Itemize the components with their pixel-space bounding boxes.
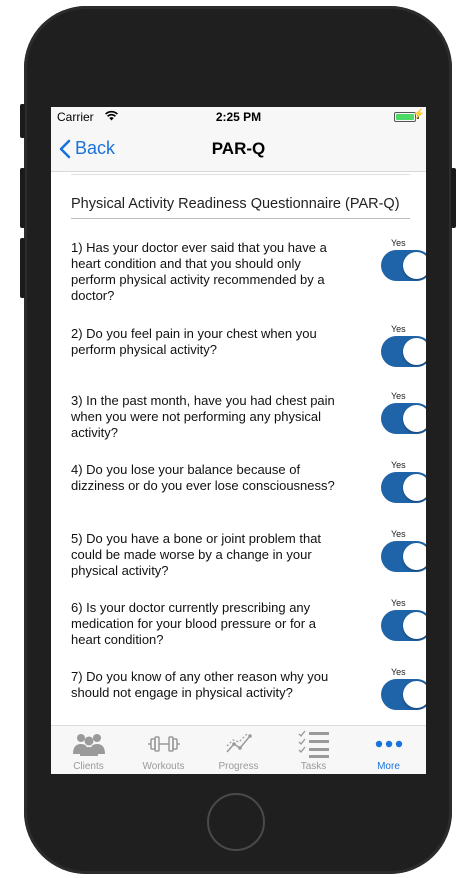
question-text: 7) Do you know of any other reason why y… (71, 669, 329, 700)
toggle-yes-label: Yes (391, 529, 406, 539)
questionnaire-scroll-view[interactable]: Physical Activity Readiness Questionnair… (51, 172, 426, 725)
question-3-toggle[interactable] (381, 403, 426, 434)
tab-tasks[interactable]: Tasks (276, 726, 351, 774)
dumbbell-icon (126, 731, 201, 757)
tab-workouts[interactable]: Workouts (126, 726, 201, 774)
question-text: 3) In the past month, have you had chest… (71, 393, 335, 440)
toggle-yes-label: Yes (391, 391, 406, 401)
charging-bolt-icon: ⚡ (412, 109, 425, 120)
volume-down-button (20, 238, 25, 298)
tab-label: More (377, 761, 400, 772)
toggle-yes-label: Yes (391, 598, 406, 608)
tab-label: Workouts (142, 761, 185, 772)
toggle-yes-label: Yes (391, 667, 406, 677)
divider (71, 174, 410, 175)
tab-label: Tasks (300, 761, 327, 772)
app-screen: Carrier 2:25 PM ⚡ Back PAR-Q Physical Ac… (51, 107, 426, 774)
question-7-toggle[interactable] (381, 679, 426, 710)
question-5-toggle[interactable] (381, 541, 426, 572)
status-bar: Carrier 2:25 PM ⚡ (51, 107, 426, 127)
question-text: 4) Do you lose your balance because of d… (71, 462, 335, 493)
question-6-toggle[interactable] (381, 610, 426, 641)
home-button[interactable] (207, 793, 265, 851)
tasks-checklist-icon (276, 730, 351, 758)
navigation-bar: Back PAR-Q (51, 127, 426, 172)
power-button (451, 168, 456, 228)
tab-bar: Clients Workouts Progress Tasks More (51, 725, 426, 774)
progress-chart-icon (201, 731, 276, 757)
volume-up-button (20, 168, 25, 228)
tab-more[interactable]: More (351, 726, 426, 774)
question-4-toggle[interactable] (381, 472, 426, 503)
question-text: 6) Is your doctor currently prescribing … (71, 600, 316, 647)
tab-label: Progress (218, 761, 259, 772)
status-time: 2:25 PM (215, 110, 262, 124)
question-2-toggle[interactable] (381, 336, 426, 367)
clients-icon (51, 731, 126, 757)
question-text: 5) Do you have a bone or joint problem t… (71, 531, 322, 578)
question-text: 2) Do you feel pain in your chest when y… (71, 326, 317, 357)
tab-progress[interactable]: Progress (201, 726, 276, 774)
question-text: 1) Has your doctor ever said that you ha… (71, 240, 327, 303)
tab-label: Clients (73, 761, 104, 772)
question-1-toggle[interactable] (381, 250, 426, 281)
page-title: PAR-Q (211, 139, 266, 158)
toggle-yes-label: Yes (391, 238, 406, 248)
more-dots-icon (351, 731, 426, 757)
tab-clients[interactable]: Clients (51, 726, 126, 774)
toggle-yes-label: Yes (391, 324, 406, 334)
mute-switch (20, 104, 25, 138)
toggle-yes-label: Yes (391, 460, 406, 470)
questionnaire-heading: Physical Activity Readiness Questionnair… (71, 196, 410, 219)
